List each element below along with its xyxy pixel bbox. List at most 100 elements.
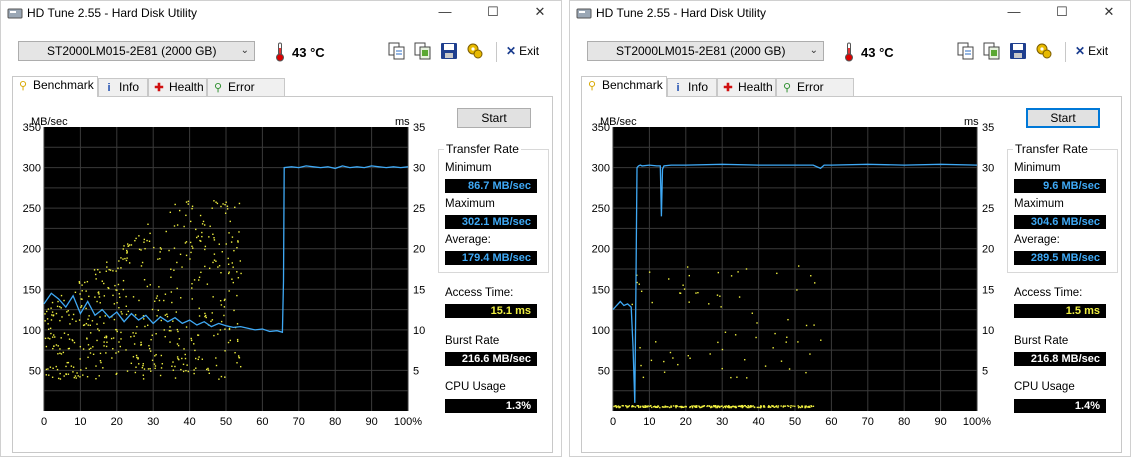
access-time-point	[651, 406, 653, 409]
drive-select-value: ST2000LM015-2E81 (2000 GB)	[47, 44, 217, 58]
access-time-point	[211, 207, 213, 209]
access-time-point	[717, 341, 719, 344]
access-time-point	[240, 272, 242, 275]
access-time-point	[45, 345, 48, 348]
access-time-point	[211, 319, 214, 321]
access-time-point	[147, 324, 149, 326]
access-time-point	[191, 205, 194, 207]
access-time-point	[734, 334, 737, 336]
minimize-button[interactable]: —	[422, 1, 468, 25]
access-time-point	[166, 315, 169, 318]
toolbar: ST2000LM015-2E81 (2000 GB) ⌄ 43 °C ✕ Exi…	[1, 25, 561, 75]
close-button[interactable]: ✕	[1086, 1, 1130, 25]
save-icon[interactable]	[1009, 42, 1027, 60]
y-tick-label-right: 35	[982, 122, 994, 134]
access-time-point	[125, 349, 127, 351]
start-button[interactable]: Start	[457, 108, 531, 128]
maximize-button[interactable]: ☐	[1039, 1, 1085, 25]
access-time-point	[187, 200, 190, 203]
tab-benchmark[interactable]: ⚲ Benchmark	[12, 76, 98, 97]
access-time-point	[198, 307, 200, 310]
access-time-point	[160, 319, 162, 322]
access-time-point	[238, 231, 240, 233]
tab-info[interactable]: i Info	[98, 78, 148, 96]
access-time-point	[184, 357, 187, 360]
info-icon: i	[107, 82, 111, 94]
access-time-point	[177, 330, 179, 333]
access-time-point	[782, 406, 784, 408]
options-icon[interactable]	[466, 42, 484, 60]
access-time-point	[65, 365, 67, 368]
access-time-point	[176, 287, 178, 290]
access-time-point	[98, 375, 100, 377]
x-tick-label: 70	[293, 416, 305, 427]
access-time-point	[112, 337, 115, 339]
copy-screenshot-icon[interactable]	[983, 42, 1001, 60]
access-time-point	[777, 406, 779, 409]
access-time-point	[82, 374, 84, 376]
exit-button[interactable]: ✕ Exit	[1075, 44, 1108, 58]
start-button[interactable]: Start	[1026, 108, 1100, 128]
access-time-point	[153, 363, 156, 365]
tab-error-scan[interactable]: ⚲Error Scan	[207, 78, 285, 111]
access-time-point	[224, 376, 226, 378]
tab-benchmark[interactable]: ⚲ Benchmark	[581, 76, 667, 97]
copy-info-icon[interactable]	[388, 42, 406, 60]
tab-error-scan[interactable]: ⚲Error Scan	[776, 78, 854, 111]
access-time-point	[232, 281, 235, 284]
options-icon[interactable]	[1035, 42, 1053, 60]
access-time-point	[127, 310, 130, 313]
access-time-point	[92, 346, 94, 348]
access-time-point	[663, 371, 666, 373]
access-time-point	[66, 311, 68, 313]
access-time-point	[688, 274, 691, 277]
maximize-button[interactable]: ☐	[470, 1, 516, 25]
access-time-point	[138, 248, 141, 251]
copy-screenshot-icon[interactable]	[414, 42, 432, 60]
access-time-point	[47, 323, 49, 325]
access-time-point	[118, 293, 121, 295]
access-time-point	[708, 303, 710, 305]
access-time-point	[187, 370, 189, 373]
access-time-point	[144, 247, 146, 250]
y-tick-label-left: 200	[23, 244, 41, 256]
drive-select[interactable]: ST2000LM015-2E81 (2000 GB) ⌄	[18, 41, 255, 61]
window-title: HD Tune 2.55 - Hard Disk Utility	[596, 6, 767, 20]
access-time-point	[144, 325, 146, 328]
save-icon[interactable]	[440, 42, 458, 60]
access-time-point	[57, 353, 59, 355]
access-time-point	[637, 405, 640, 407]
access-time-point	[132, 332, 134, 334]
x-tick-label: 20	[111, 416, 123, 427]
access-time-point	[142, 364, 144, 367]
access-time-point	[57, 300, 59, 303]
access-time-point	[655, 341, 657, 343]
y-tick-label-left: 300	[23, 163, 41, 175]
access-time-point	[80, 369, 82, 371]
copy-info-icon[interactable]	[957, 42, 975, 60]
access-time-point	[744, 359, 746, 361]
access-time-point	[67, 310, 69, 312]
minimize-button[interactable]: —	[991, 1, 1037, 25]
tab-health[interactable]: ✚ Health	[148, 78, 207, 96]
access-time-point	[164, 293, 167, 295]
access-time-point	[130, 362, 133, 365]
access-time-point	[185, 201, 188, 203]
access-time-point	[763, 405, 765, 407]
access-time-point	[204, 314, 207, 317]
tab-info[interactable]: i Info	[667, 78, 717, 96]
access-time-point	[222, 203, 224, 205]
exit-button[interactable]: ✕ Exit	[506, 44, 539, 58]
access-time-point	[48, 374, 50, 376]
tab-health[interactable]: ✚ Health	[717, 78, 776, 96]
access-time-point	[103, 295, 106, 297]
drive-select[interactable]: ST2000LM015-2E81 (2000 GB) ⌄	[587, 41, 824, 61]
maximum-label: Maximum	[445, 198, 495, 210]
access-time-point	[797, 265, 800, 267]
access-time-point	[205, 368, 208, 371]
access-time-point	[128, 244, 131, 246]
access-time-point	[724, 331, 727, 333]
close-button[interactable]: ✕	[517, 1, 561, 25]
access-time-point	[813, 324, 815, 326]
access-time-point	[220, 304, 223, 306]
